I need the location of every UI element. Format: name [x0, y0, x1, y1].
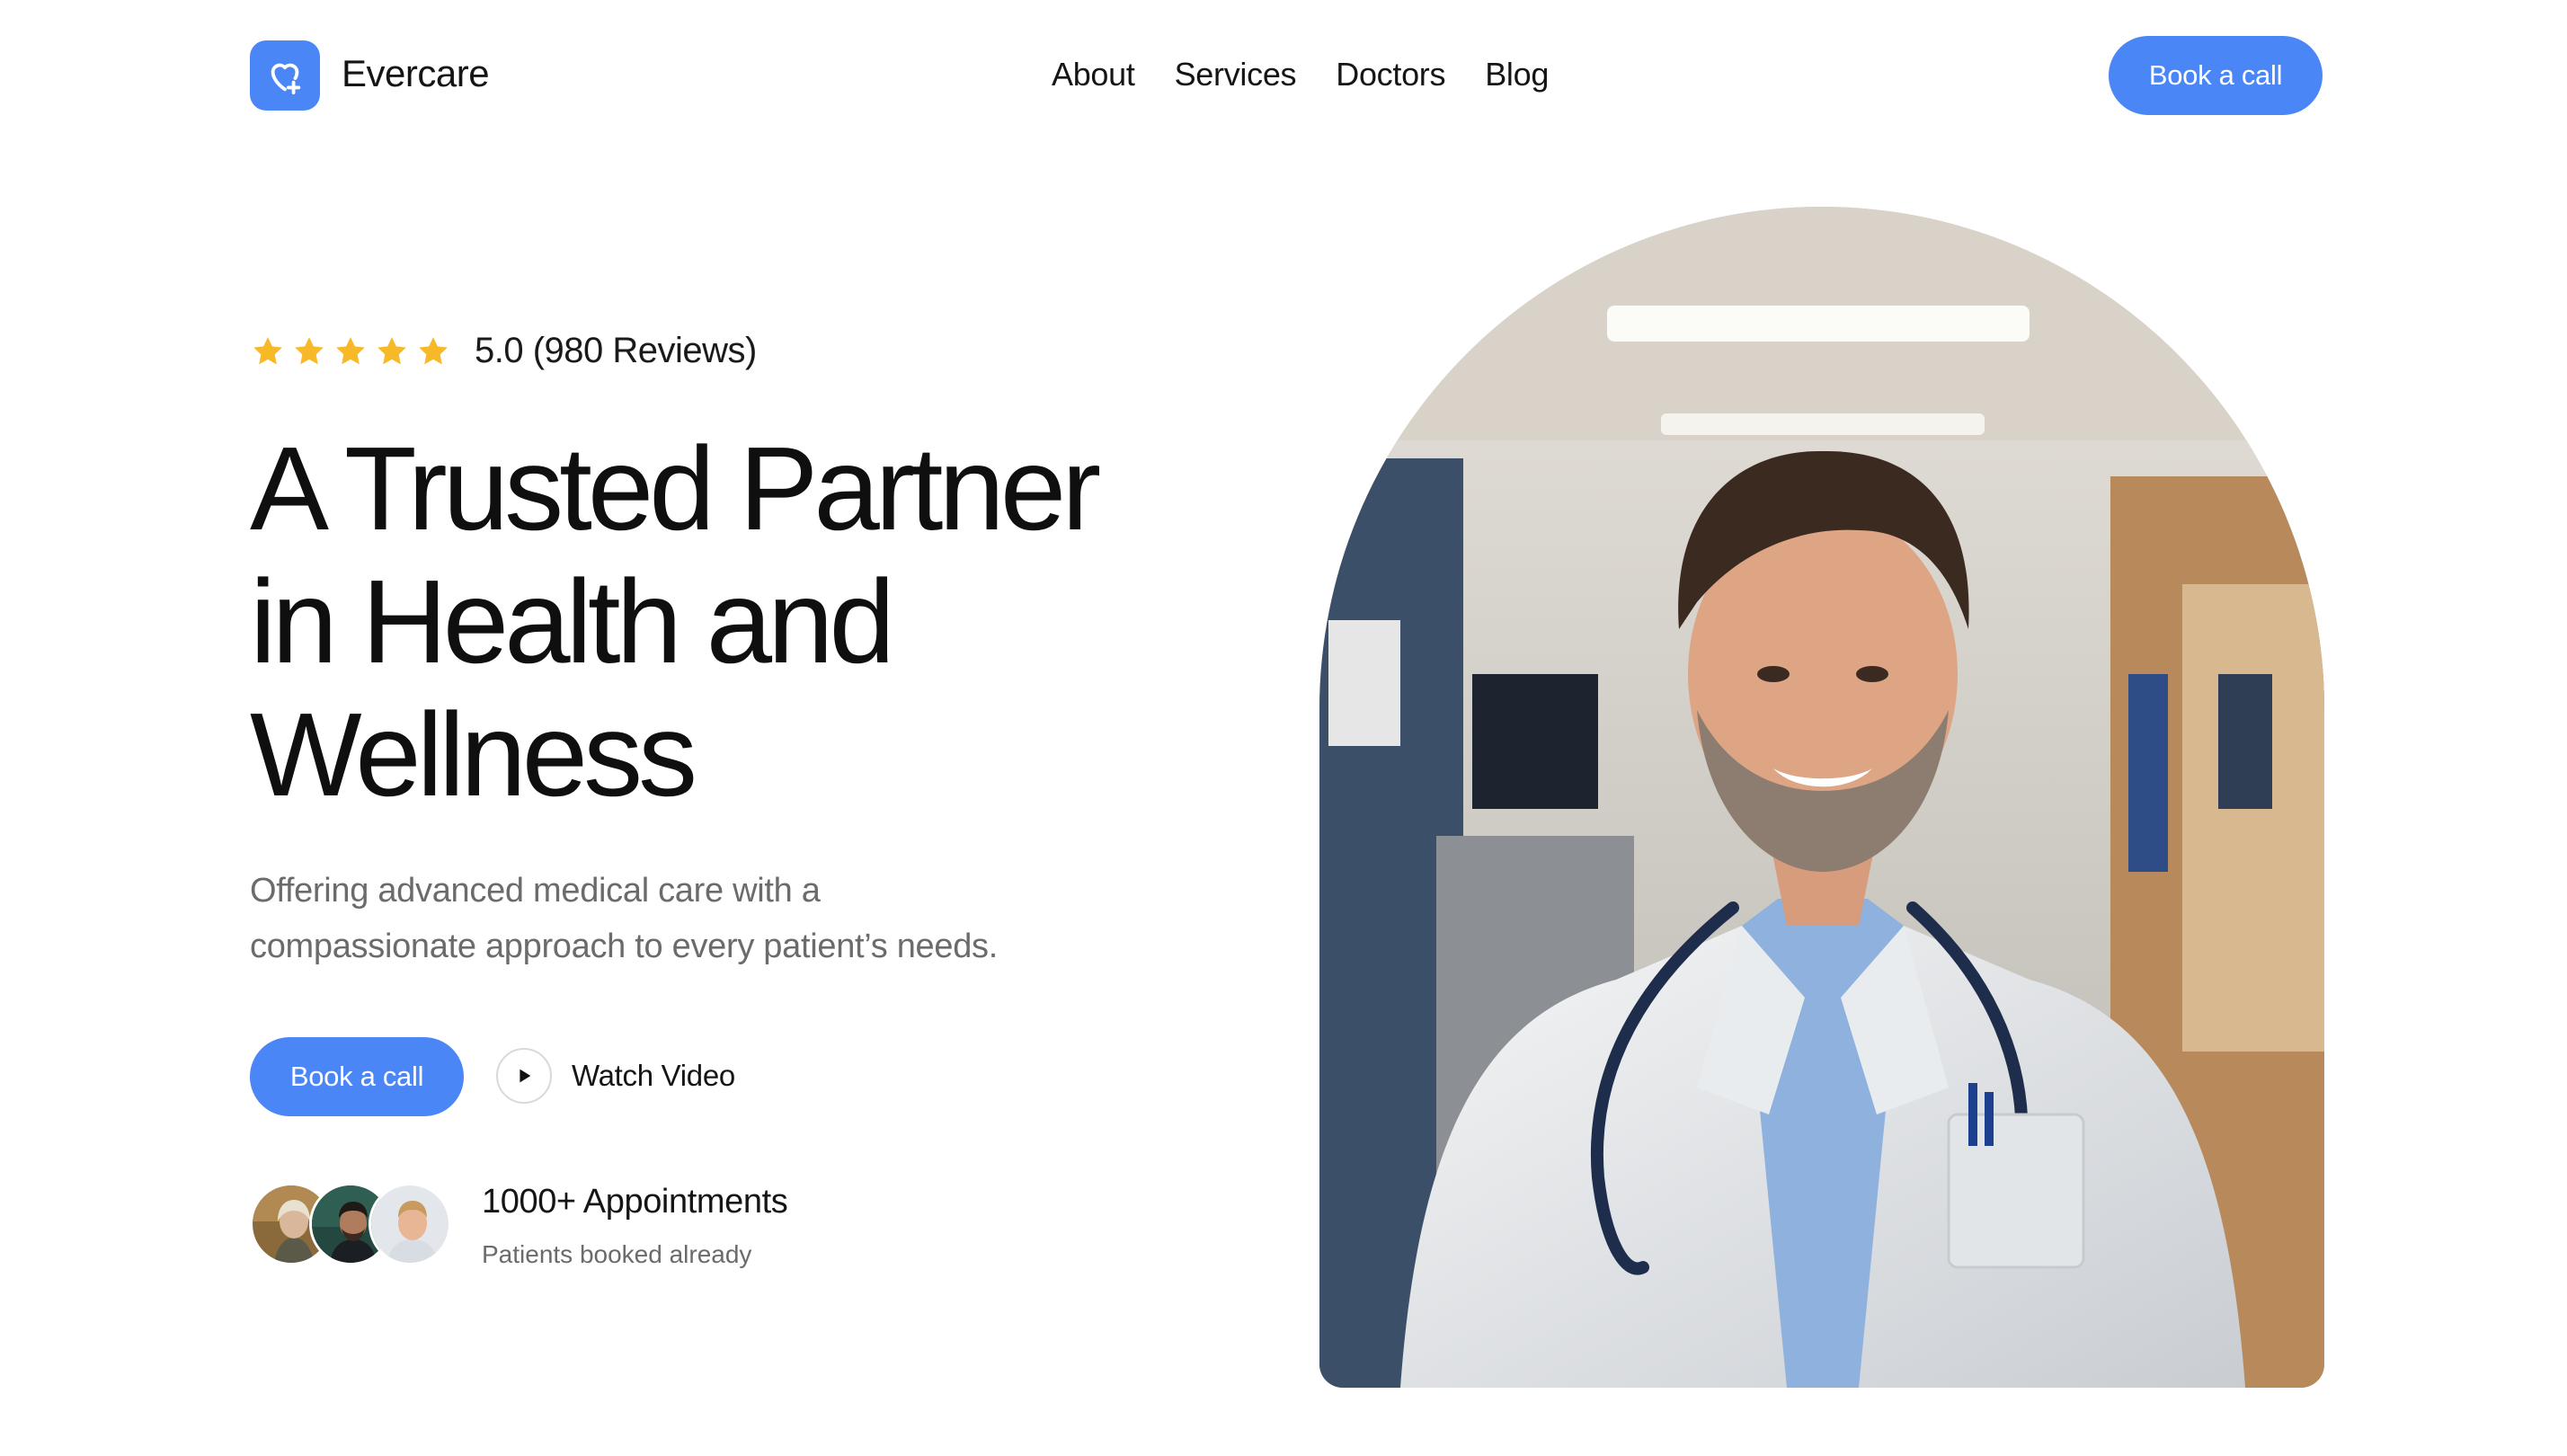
- play-icon: [520, 1069, 531, 1083]
- hero-title-line: A Trusted Partner: [250, 422, 1101, 555]
- star-icon: [295, 336, 324, 364]
- logo-badge[interactable]: [250, 40, 320, 111]
- nav-blog[interactable]: Blog: [1485, 56, 1549, 93]
- hero-title-line: in Health and: [250, 555, 895, 688]
- star-icon: [253, 336, 282, 364]
- doctor-photo: [1319, 207, 2324, 1388]
- star-icon: [336, 336, 365, 364]
- hero-subtitle: Offering advanced medical care with a co…: [250, 863, 1113, 974]
- avatar: [369, 1183, 451, 1265]
- play-button-circle[interactable]: [496, 1048, 552, 1104]
- hero-title-line: Wellness: [250, 688, 697, 821]
- appointments-count: 1000+ Appointments: [482, 1183, 788, 1221]
- watch-video-label: Watch Video: [572, 1059, 735, 1092]
- rating-stars: [250, 333, 451, 369]
- nav-services[interactable]: Services: [1175, 56, 1297, 93]
- star-icon: [419, 336, 448, 364]
- hero-title: A Trusted Partner in Health and Wellness: [250, 422, 1185, 821]
- rating: 5.0 (980 Reviews): [250, 331, 757, 371]
- nav-about[interactable]: About: [1052, 56, 1135, 93]
- nav-doctors[interactable]: Doctors: [1336, 56, 1445, 93]
- brand-name[interactable]: Evercare: [342, 52, 490, 95]
- appointments-subtitle: Patients booked already: [482, 1240, 752, 1268]
- hero-subtitle-line: Offering advanced medical care with a: [250, 872, 821, 910]
- header-book-call-button[interactable]: Book a call: [2109, 36, 2323, 115]
- heart-plus-icon: [271, 63, 301, 95]
- star-icon: [378, 336, 406, 364]
- watch-video-button[interactable]: Watch Video: [496, 1048, 735, 1104]
- main-nav: About Services Doctors Blog: [1052, 56, 1549, 93]
- hero-book-call-button[interactable]: Book a call: [250, 1037, 464, 1116]
- hero-subtitle-line: compassionate approach to every patient’…: [250, 928, 998, 965]
- rating-text: 5.0 (980 Reviews): [475, 331, 757, 370]
- avatar-group: [250, 1183, 457, 1269]
